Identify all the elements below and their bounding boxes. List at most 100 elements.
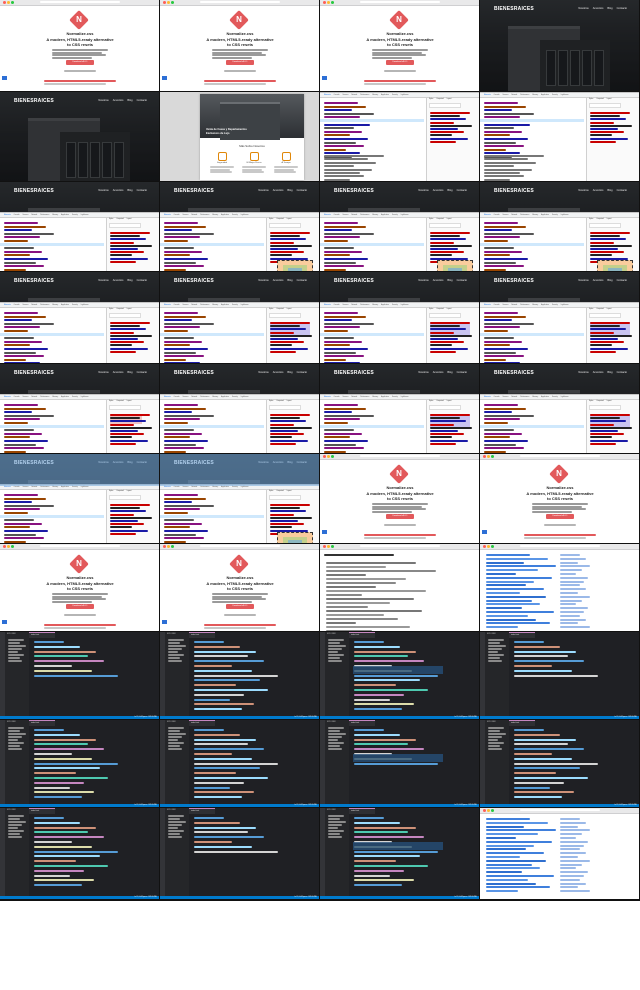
styles-filter-input[interactable] xyxy=(429,405,461,410)
selected-node-row[interactable] xyxy=(320,333,424,336)
devtools-tab[interactable]: Elements xyxy=(164,395,171,399)
devtools-tab[interactable]: Console xyxy=(494,303,500,307)
bienes-logo[interactable]: BIENESRAICES xyxy=(494,6,534,12)
window-control-icon[interactable] xyxy=(11,545,14,548)
devtools-tab[interactable]: Console xyxy=(14,395,20,399)
nav-link[interactable]: Contacto xyxy=(457,371,467,374)
devtools-tab[interactable]: Elements xyxy=(484,395,491,399)
window-control-icon[interactable] xyxy=(331,545,334,548)
nav-link[interactable]: Nosotros xyxy=(258,279,268,282)
nav-link[interactable]: Blog xyxy=(287,189,292,192)
window-control-icon[interactable] xyxy=(327,455,330,458)
devtools-tab[interactable]: Console xyxy=(494,395,500,399)
devtools-tab[interactable]: Performance xyxy=(40,395,49,399)
nav-link[interactable]: Contacto xyxy=(457,279,467,282)
editor-tab[interactable]: index.html xyxy=(29,720,55,726)
nav-link[interactable]: Blog xyxy=(287,279,292,282)
devtools-tab[interactable]: Sources xyxy=(503,93,509,97)
window-control-icon[interactable] xyxy=(491,809,494,812)
download-button[interactable]: Download v8.0.1 xyxy=(386,514,414,519)
bienes-logo[interactable]: BIENESRAICES xyxy=(14,188,54,194)
devtools-tab[interactable]: Network xyxy=(351,303,357,307)
styles-tab[interactable]: Layout xyxy=(607,401,612,402)
ad-thumbnail[interactable] xyxy=(482,530,487,534)
selected-node-row[interactable] xyxy=(480,425,584,428)
bienes-logo[interactable]: BIENESRAICES xyxy=(174,278,214,284)
devtools-tab[interactable]: Lighthouse xyxy=(561,395,569,399)
editor-tab[interactable]: index.html xyxy=(189,808,215,814)
nav-link[interactable]: Contacto xyxy=(617,7,627,10)
nav-link[interactable]: Nosotros xyxy=(258,371,268,374)
styles-tab[interactable]: Styles xyxy=(109,219,113,220)
devtools-tab[interactable]: Application xyxy=(221,303,229,307)
devtools-tab[interactable]: Lighthouse xyxy=(401,303,409,307)
selected-node-row[interactable] xyxy=(0,333,104,336)
devtools-tab[interactable]: Application xyxy=(541,395,549,399)
devtools-tab[interactable]: Security xyxy=(392,213,398,217)
selected-node-row[interactable] xyxy=(0,425,104,428)
ad-thumbnail[interactable] xyxy=(2,620,7,624)
window-control-icon[interactable] xyxy=(163,545,166,548)
download-button[interactable]: Download v8.0.1 xyxy=(386,60,414,65)
styles-tab[interactable]: Layout xyxy=(607,309,612,310)
devtools-tab[interactable]: Sources xyxy=(183,303,189,307)
styles-tab[interactable]: Computed xyxy=(276,309,283,310)
styles-tab[interactable]: Layout xyxy=(607,99,612,100)
nav-link[interactable]: Contacto xyxy=(617,371,627,374)
selected-node-row[interactable] xyxy=(320,243,424,246)
address-bar[interactable] xyxy=(520,545,600,547)
window-control-icon[interactable] xyxy=(3,1,6,4)
download-button[interactable]: Download v8.0.1 xyxy=(226,60,254,65)
nav-link[interactable]: Blog xyxy=(607,7,612,10)
devtools-tab[interactable]: Application xyxy=(381,93,389,97)
window-control-icon[interactable] xyxy=(171,1,174,4)
nav-link[interactable]: Blog xyxy=(127,371,132,374)
devtools-tab[interactable]: Elements xyxy=(324,395,331,399)
devtools-tab[interactable]: Console xyxy=(14,303,20,307)
nav-link[interactable]: Nosotros xyxy=(578,371,588,374)
devtools-tab[interactable]: Sources xyxy=(23,395,29,399)
styles-tab[interactable]: Layout xyxy=(287,491,292,492)
devtools-tab[interactable]: Application xyxy=(221,395,229,399)
window-control-icon[interactable] xyxy=(7,1,10,4)
selected-node-row[interactable] xyxy=(160,243,264,246)
devtools-tab[interactable]: Application xyxy=(61,395,69,399)
styles-filter-input[interactable] xyxy=(429,223,461,228)
devtools-tab[interactable]: Sources xyxy=(183,213,189,217)
devtools-tab[interactable]: Elements xyxy=(484,213,491,217)
styles-tab[interactable]: Styles xyxy=(109,401,113,402)
nav-link[interactable]: Anuncios xyxy=(433,279,444,282)
devtools-tab[interactable]: Console xyxy=(334,303,340,307)
nav-link[interactable]: Contacto xyxy=(137,371,147,374)
styles-tab[interactable]: Styles xyxy=(269,219,273,220)
devtools-tab[interactable]: Lighthouse xyxy=(241,213,249,217)
devtools-tab[interactable]: Elements xyxy=(324,303,331,307)
devtools-tab[interactable]: Security xyxy=(552,93,558,97)
nav-link[interactable]: Anuncios xyxy=(113,371,124,374)
devtools-tab[interactable]: Lighthouse xyxy=(401,395,409,399)
bienes-logo[interactable]: BIENESRAICES xyxy=(494,370,534,376)
devtools-tab[interactable]: Memory xyxy=(52,303,58,307)
devtools-tab[interactable]: Performance xyxy=(360,303,369,307)
devtools-tab[interactable]: Sources xyxy=(503,395,509,399)
styles-tab[interactable]: Computed xyxy=(116,219,123,220)
ad-thumbnail[interactable] xyxy=(322,76,327,80)
devtools-tab[interactable]: Memory xyxy=(372,395,378,399)
bienes-logo[interactable]: BIENESRAICES xyxy=(334,370,374,376)
styles-tab[interactable]: Layout xyxy=(607,219,612,220)
editor-tab[interactable]: index.html xyxy=(189,632,215,638)
devtools-tab[interactable]: Application xyxy=(61,303,69,307)
address-bar[interactable] xyxy=(520,455,600,457)
nav-link[interactable]: Anuncios xyxy=(113,99,124,102)
devtools-tab[interactable]: Console xyxy=(334,93,340,97)
devtools-tab[interactable]: Performance xyxy=(360,395,369,399)
nav-link[interactable]: Nosotros xyxy=(98,371,108,374)
window-control-icon[interactable] xyxy=(483,455,486,458)
address-bar[interactable] xyxy=(520,809,600,811)
nav-link[interactable]: Nosotros xyxy=(578,189,588,192)
devtools-tab[interactable]: Elements xyxy=(484,93,491,97)
nav-link[interactable]: Contacto xyxy=(457,189,467,192)
devtools-tab[interactable]: Sources xyxy=(23,213,29,217)
devtools-tab[interactable]: Security xyxy=(72,303,78,307)
devtools-tab[interactable]: Network xyxy=(191,213,197,217)
